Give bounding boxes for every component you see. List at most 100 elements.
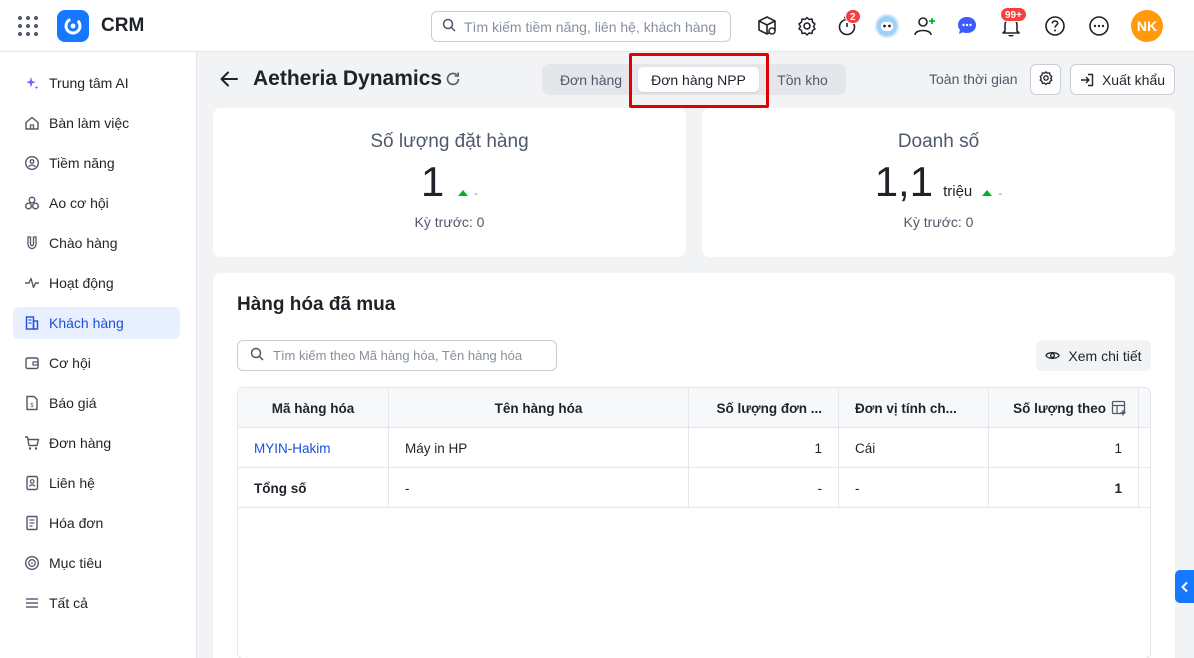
stat-unit: triệu	[943, 183, 973, 200]
timer-badge: 2	[845, 9, 861, 24]
total-quantity: -	[689, 468, 839, 508]
view-detail-button[interactable]: Xem chi tiết	[1036, 340, 1151, 371]
home-icon	[24, 115, 40, 131]
column-header[interactable]: Đơn vị tính ch...	[839, 388, 989, 428]
table-total-row: Tổng số - - - 1	[238, 468, 1150, 508]
back-arrow-icon[interactable]	[218, 68, 240, 90]
goal-icon	[24, 555, 40, 571]
sidebar-item-ai-center[interactable]: Trung tâm AI	[13, 67, 180, 99]
sidebar-item-label: Trung tâm AI	[49, 75, 129, 91]
highlight-annotation	[629, 53, 769, 108]
stat-value: 1,1	[874, 158, 934, 205]
cart-icon	[24, 435, 40, 451]
app-grid-icon[interactable]	[18, 16, 38, 36]
table-header-row: Mã hàng hóa Tên hàng hóa Số lượng đơn ..…	[238, 388, 1150, 428]
building-icon	[24, 315, 40, 331]
sidebar-item-customers[interactable]: Khách hàng	[13, 307, 180, 339]
sidebar-item-opportunity-pool[interactable]: Ao cơ hội	[13, 187, 180, 219]
sidebar-item-all[interactable]: Tất cả	[13, 587, 180, 619]
sidebar-item-label: Cơ hội	[49, 355, 91, 371]
products-table: Mã hàng hóa Tên hàng hóa Số lượng đơn ..…	[237, 387, 1151, 658]
column-settings-icon[interactable]	[1111, 400, 1127, 416]
help-icon[interactable]	[1043, 14, 1067, 38]
global-search[interactable]	[431, 11, 731, 42]
stat-trend: -	[982, 186, 1002, 200]
trend-up-icon	[458, 190, 469, 196]
sparkle-icon	[24, 75, 40, 91]
eye-icon	[1045, 352, 1061, 359]
sidebar-item-label: Khách hàng	[49, 315, 124, 331]
activity-icon	[24, 275, 40, 291]
robot-avatar-icon[interactable]	[875, 14, 899, 38]
invoice-icon	[24, 515, 40, 531]
notification-badge: 99+	[1000, 7, 1027, 22]
sidebar-item-leads[interactable]: Tiềm năng	[13, 147, 180, 179]
total-name: -	[389, 468, 689, 508]
total-unit: -	[839, 468, 989, 508]
search-icon	[250, 347, 264, 364]
product-code-link[interactable]: MYIN-Hakim	[238, 428, 389, 468]
user-avatar[interactable]: NK	[1131, 10, 1163, 42]
sidebar-item-invoices[interactable]: Hóa đơn	[13, 507, 180, 539]
product-search-input[interactable]	[273, 348, 553, 363]
product-search[interactable]	[237, 340, 557, 371]
add-user-icon[interactable]	[913, 14, 937, 38]
export-button[interactable]: Xuất khẩu	[1070, 64, 1175, 95]
table-row: MYIN-Hakim Máy in HP 1 Cái 1	[238, 428, 1150, 468]
tab-inventory[interactable]: Tồn kho	[761, 67, 844, 92]
sidebar-item-label: Liên hệ	[49, 475, 95, 491]
contact-icon	[24, 475, 40, 491]
product-name: Máy in HP	[389, 428, 689, 468]
total-label: Tổng số	[238, 468, 389, 508]
view-settings-button[interactable]	[1030, 64, 1061, 95]
export-label: Xuất khẩu	[1101, 71, 1166, 88]
sidebar-item-orders[interactable]: Đơn hàng	[13, 427, 180, 459]
stat-card-revenue: Doanh số 1,1 triệu - Kỳ trước: 0	[702, 108, 1175, 257]
search-icon	[442, 18, 456, 35]
sidebar: Trung tâm AI Bàn làm việc Tiềm năng Ao c…	[0, 52, 197, 658]
chat-icon[interactable]	[955, 14, 979, 38]
stat-title: Doanh số	[897, 131, 980, 152]
quote-doc-icon: $	[24, 395, 40, 411]
sidebar-item-label: Đơn hàng	[49, 435, 112, 451]
sidebar-item-quotes[interactable]: $ Báo giá	[13, 387, 180, 419]
sidebar-item-workspace[interactable]: Bàn làm việc	[13, 107, 180, 139]
side-panel-toggle[interactable]	[1175, 570, 1194, 603]
stat-title: Số lượng đặt hàng	[370, 131, 529, 152]
sidebar-item-label: Tiềm năng	[49, 155, 115, 171]
sidebar-item-activities[interactable]: Hoạt động	[13, 267, 180, 299]
quantity-by-unit: 1	[989, 428, 1139, 468]
more-icon[interactable]	[1087, 14, 1111, 38]
sidebar-item-label: Ao cơ hội	[49, 195, 109, 211]
top-bar: CRM 2 99+ NK	[0, 0, 1194, 52]
package-search-icon[interactable]	[755, 14, 779, 38]
settings-gear-icon[interactable]	[795, 14, 819, 38]
column-header[interactable]: Số lượng đơn ...	[689, 388, 839, 428]
sidebar-item-contacts[interactable]: Liên hệ	[13, 467, 180, 499]
wallet-icon	[24, 355, 40, 371]
section-title: Hàng hóa đã mua	[237, 294, 396, 315]
sidebar-item-offers[interactable]: Chào hàng	[13, 227, 180, 259]
page-title: Aetheria Dynamics	[253, 67, 443, 90]
view-detail-label: Xem chi tiết	[1068, 347, 1142, 364]
tab-orders[interactable]: Đơn hàng	[546, 67, 636, 92]
crm-logo-icon[interactable]	[57, 10, 89, 42]
search-input[interactable]	[464, 18, 724, 35]
sidebar-item-label: Tất cả	[49, 595, 88, 611]
sidebar-item-label: Hóa đơn	[49, 515, 104, 531]
stat-value: 1	[420, 158, 445, 205]
column-header[interactable]: Tên hàng hóa	[389, 388, 689, 428]
total-quantity-by-unit: 1	[989, 468, 1139, 508]
sidebar-item-deals[interactable]: Cơ hội	[13, 347, 180, 379]
sidebar-item-label: Mục tiêu	[49, 555, 102, 571]
refresh-icon[interactable]	[445, 71, 461, 87]
sidebar-item-goals[interactable]: Mục tiêu	[13, 547, 180, 579]
gear-icon	[1038, 70, 1054, 89]
chevron-left-icon	[1181, 581, 1188, 592]
time-filter[interactable]: Toàn thời gian	[929, 71, 1018, 87]
sidebar-item-label: Báo giá	[49, 395, 97, 411]
unit: Cái	[839, 428, 989, 468]
menu-icon	[24, 595, 40, 611]
column-header[interactable]: Mã hàng hóa	[238, 388, 389, 428]
stat-previous: Kỳ trước: 0	[903, 214, 974, 230]
